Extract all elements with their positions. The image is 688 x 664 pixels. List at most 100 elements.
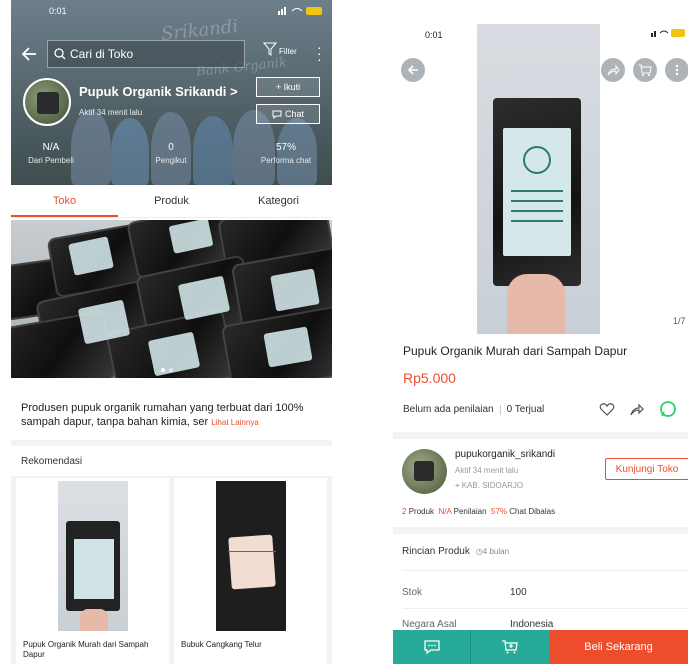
seller-location-text: KAB. SIDOARJO [461, 481, 524, 490]
stat-value: N/A [42, 142, 60, 153]
shop-header: Srikandi Bank Organik 0:01 Cari di Toko … [11, 0, 332, 185]
more-vert-icon [675, 64, 679, 76]
divider [402, 570, 688, 571]
spec-key: Negara Asal [402, 619, 457, 630]
buy-now-button[interactable]: Beli Sekarang [549, 630, 688, 664]
tab-produk[interactable]: Produk [118, 185, 225, 217]
chat-value: 57% [491, 507, 508, 516]
seller-name[interactable]: pupukorganik_srikandi [455, 449, 555, 460]
rating-label: Penilaian [453, 507, 487, 516]
follow-button[interactable]: + Ikuti [256, 77, 320, 97]
back-arrow-icon[interactable] [19, 44, 39, 64]
filter-icon [263, 42, 277, 56]
product-image [216, 481, 286, 631]
product-detail-screen: 0:01 1/7 Pupuk Organik Murah dari Sampah… [393, 0, 688, 664]
shop-banner-image[interactable] [11, 220, 332, 378]
product-name: Bubuk Cangkang Telur [181, 640, 262, 649]
chat-icon [272, 110, 282, 119]
shop-screen: Srikandi Bank Organik 0:01 Cari di Toko … [11, 0, 332, 664]
product-main-image[interactable] [477, 24, 600, 334]
spec-time: ◷4 bulan [476, 547, 509, 556]
spec-time-text: 4 bulan [482, 547, 510, 556]
share-icon[interactable] [629, 401, 645, 422]
stat-buyers: N/A Dari Pembeli [11, 142, 91, 165]
seller-active-status: Aktif 34 menit lalu [455, 466, 519, 475]
add-cart-icon [502, 640, 518, 654]
filter-label: Filter [279, 47, 297, 56]
status-time: 0:01 [49, 6, 67, 16]
seller-location: ⌖ KAB. SIDOARJO [455, 481, 523, 491]
spec-title: Rincian Produk [402, 546, 470, 557]
product-image [58, 481, 128, 631]
tab-toko[interactable]: Toko [11, 185, 118, 217]
status-icons [651, 28, 687, 40]
cart-button[interactable] [633, 58, 657, 82]
share-icon [607, 64, 620, 76]
clock-icon: ◷ [475, 547, 483, 556]
shop-avatar [23, 78, 71, 126]
divider [11, 440, 332, 446]
status-time: 0:01 [425, 30, 443, 40]
rating-text: Belum ada penilaian [403, 404, 494, 415]
spec-value: Indonesia [510, 619, 554, 630]
product-card[interactable]: Bubuk Cangkang Telur [174, 478, 327, 664]
shop-name[interactable]: Pupuk Organik Srikandi > [79, 84, 238, 99]
product-card[interactable]: Pupuk Organik Murah dari Sampah Dapur [16, 478, 169, 664]
stat-label: Dari Pembeli [28, 156, 74, 165]
stat-label: Performa chat [260, 156, 312, 165]
more-button[interactable] [665, 58, 688, 82]
back-button[interactable] [401, 58, 425, 82]
chevron-right-icon: > [226, 84, 238, 99]
heart-icon[interactable] [599, 401, 615, 422]
spec-key: Stok [402, 587, 423, 598]
divider [393, 432, 688, 439]
description-text: Produsen pupuk organik rumahan yang terb… [21, 402, 304, 428]
search-placeholder: Cari di Toko [70, 47, 134, 61]
image-pager: 1/7 [673, 316, 686, 326]
shop-name-text: Pupuk Organik Srikandi [79, 84, 227, 99]
cart-icon [639, 64, 652, 76]
bottom-action-bar: Beli Sekarang [393, 630, 688, 664]
back-arrow-icon [407, 65, 418, 75]
products-count: 2 [402, 507, 407, 516]
status-icons [276, 6, 326, 15]
spec-value: 100 [510, 587, 527, 598]
visit-shop-button[interactable]: Kunjungi Toko [605, 458, 688, 480]
divider [393, 527, 688, 534]
stat-value: 0 [168, 142, 174, 153]
filter-button[interactable]: Filter [263, 42, 297, 56]
sold-count: 0 Terjual [506, 404, 545, 415]
add-to-cart-button[interactable] [471, 630, 549, 664]
product-price: Rp5.000 [403, 370, 456, 386]
shop-description: Produsen pupuk organik rumahan yang terb… [21, 401, 326, 430]
chat-button[interactable]: Chat [256, 104, 320, 124]
chat-now-button[interactable] [393, 630, 471, 664]
chat-label: Chat [284, 109, 304, 119]
shop-search-input[interactable]: Cari di Toko [47, 40, 245, 68]
chat-icon [423, 640, 440, 655]
stat-chat-performance: 57% Performa chat [246, 142, 326, 165]
hand [507, 274, 565, 334]
more-vert-icon[interactable]: · · · [317, 40, 322, 66]
see-more-link[interactable]: Lihat Lainnya [211, 418, 259, 427]
recommendation-title: Rekomendasi [21, 456, 83, 467]
tab-kategori[interactable]: Kategori [225, 185, 332, 217]
seller-avatar[interactable] [402, 449, 447, 494]
divider [402, 608, 688, 609]
products-label: Produk [408, 507, 435, 516]
stat-label: Pengikut [155, 156, 187, 165]
product-label [503, 128, 571, 256]
chat-label: Chat Dibalas [509, 507, 556, 516]
share-button[interactable] [601, 58, 625, 82]
shop-stats: 2 Produk N/A Penilaian 57% Chat Dibalas [402, 507, 555, 516]
product-name: Pupuk Organik Murah dari Sampah Dapur [23, 640, 149, 659]
location-pin-icon: ⌖ [455, 481, 462, 490]
stat-value: 57% [275, 142, 296, 153]
search-icon [54, 48, 66, 60]
stat-followers: 0 Pengikut [131, 142, 211, 165]
product-details-header: Rincian Produk ◷4 bulan [402, 546, 509, 557]
rating-value: N/A [438, 507, 452, 516]
product-title: Pupuk Organik Murah dari Sampah Dapur [403, 344, 628, 358]
carousel-dots [161, 368, 173, 372]
whatsapp-icon[interactable] [659, 400, 677, 423]
